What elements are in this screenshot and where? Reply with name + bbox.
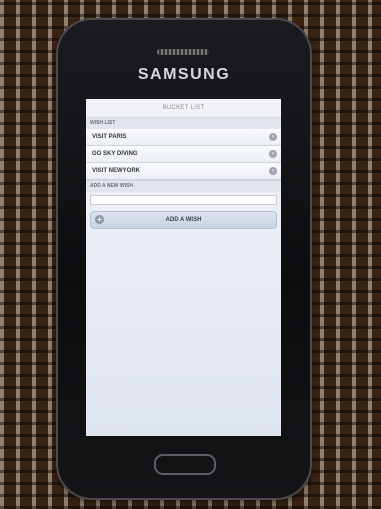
wish-list-header: WISH LIST [86, 117, 281, 129]
list-item-label: VISIT NEWYORK [92, 168, 141, 174]
chevron-right-icon: › [269, 133, 277, 141]
add-wish-header: ADD A NEW WISH [86, 180, 281, 192]
app-title: BUCKET LIST [162, 105, 205, 111]
list-item[interactable]: VISIT NEWYORK › [86, 163, 281, 180]
list-item[interactable]: VISIT PARIS › [86, 129, 281, 146]
phone-screen: BUCKET LIST WISH LIST VISIT PARIS › GO S… [86, 99, 281, 436]
chevron-right-icon: › [269, 167, 277, 175]
brand-logo: SAMSUNG [137, 66, 231, 83]
list-item-label: GO SKY DIVING [92, 151, 138, 157]
home-button[interactable] [154, 454, 216, 475]
speaker-grille [157, 49, 209, 55]
list-item[interactable]: GO SKY DIVING › [86, 146, 281, 163]
phone: SAMSUNG BUCKET LIST WISH LIST VISIT PARI… [58, 20, 310, 498]
list-item-label: VISIT PARIS [92, 134, 127, 140]
plus-icon: + [95, 215, 104, 224]
new-wish-input[interactable] [90, 195, 277, 205]
chevron-right-icon: › [269, 150, 277, 158]
add-wish-button[interactable]: + ADD A WISH [90, 211, 277, 229]
add-wish-button-label: ADD A WISH [165, 217, 202, 223]
